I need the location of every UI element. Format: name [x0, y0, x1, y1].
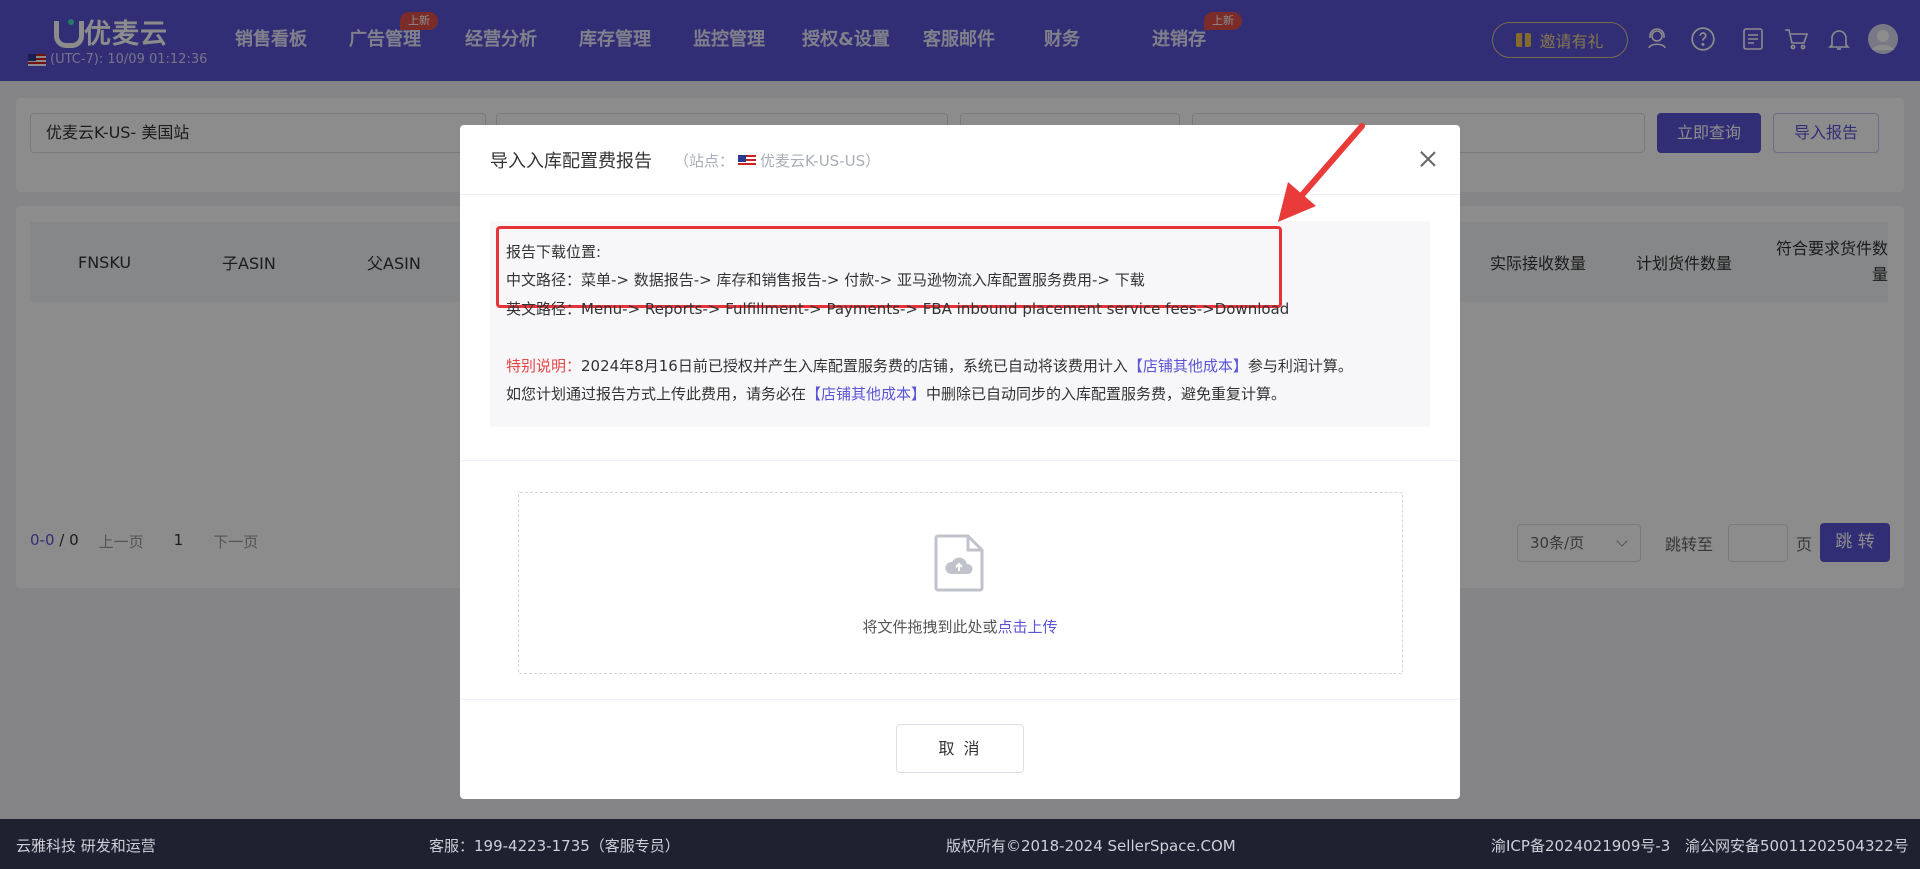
upload-file-icon — [934, 534, 984, 592]
cancel-button[interactable]: 取 消 — [896, 724, 1024, 773]
footer-police[interactable]: 渝公网安备50011202504322号 — [1685, 835, 1909, 856]
highlight-box — [496, 226, 1282, 308]
footer-copyright[interactable]: 版权所有©2018-2024 SellerSpace.COM — [946, 835, 1236, 856]
dialog-site: （站点： 优麦云K-US-US） — [674, 152, 881, 170]
dialog-title: 导入入库配置费报告 — [490, 151, 652, 172]
info-heading: 报告下载位置: — [506, 243, 602, 261]
cn-path: 中文路径：菜单-> 数据报告-> 库存和销售报告-> 付款-> 亚马逊物流入库配… — [506, 271, 1145, 289]
footer-service: 客服：199-4223-1735（客服专员） — [429, 837, 680, 855]
footer: 云雅科技 研发和运营 客服：199-4223-1735（客服专员） 版权所有©2… — [0, 819, 1920, 869]
note-label: 特别说明： — [506, 357, 582, 375]
en-path: 英文路径：Menu-> Reports-> Fulfillment-> Paym… — [506, 300, 1290, 318]
footer-icp[interactable]: 渝ICP备2024021909号-3 — [1491, 835, 1670, 856]
special-note-line2: 如您计划通过报告方式上传此费用，请务必在【店铺其他成本】中删除已自动同步的入库配… — [506, 385, 1287, 403]
store-other-cost-link[interactable]: 【店铺其他成本】 — [1128, 357, 1248, 375]
footer-company: 云雅科技 研发和运营 — [16, 837, 156, 855]
divider — [460, 460, 1460, 461]
click-upload-link[interactable]: 点击上传 — [998, 618, 1058, 636]
special-note-line1: 特别说明：2024年8月16日前已授权并产生入库配置服务费的店铺，系统已自动将该… — [506, 357, 1353, 375]
close-icon[interactable] — [1418, 149, 1438, 169]
store-other-cost-link[interactable]: 【店铺其他成本】 — [806, 385, 926, 403]
divider — [460, 699, 1460, 700]
upload-hint: 将文件拖拽到此处或点击上传 — [862, 618, 1058, 636]
us-flag-icon — [738, 154, 757, 167]
annotation-arrow-icon — [1278, 123, 1365, 222]
